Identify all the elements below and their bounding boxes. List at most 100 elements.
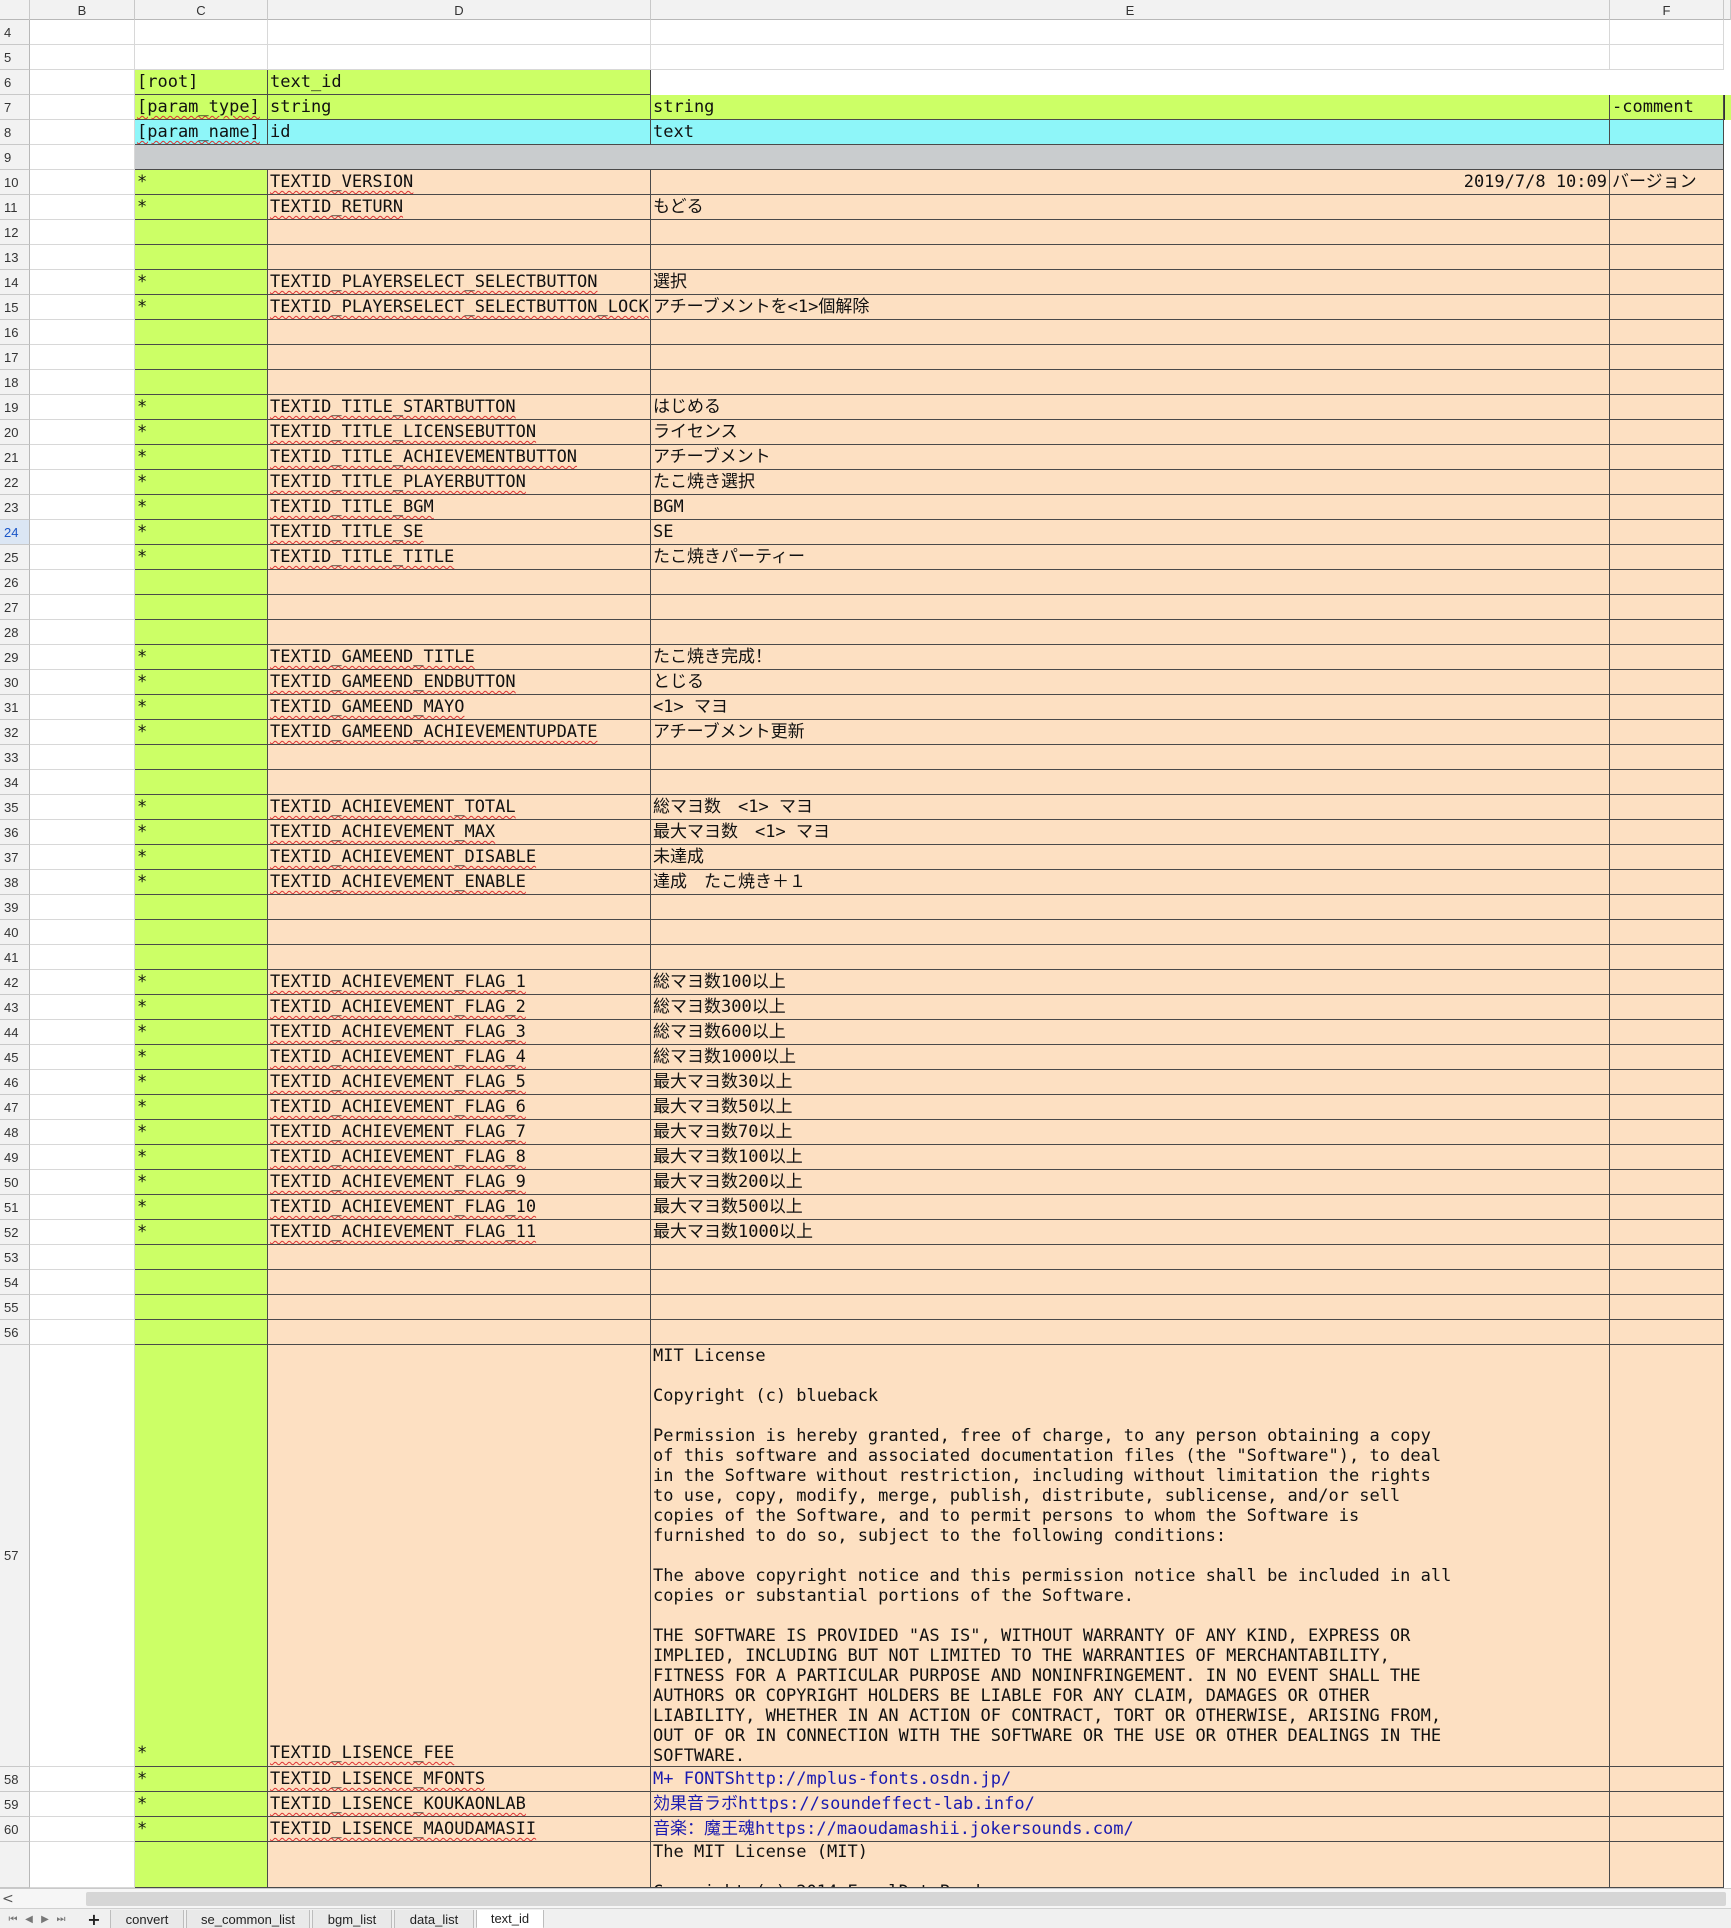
cell-g[interactable] (1724, 95, 1731, 120)
cell-b[interactable] (30, 595, 135, 620)
cell-b[interactable] (30, 445, 135, 470)
cell-b[interactable] (30, 1070, 135, 1095)
row-header[interactable]: 38 (0, 870, 30, 895)
cell-b[interactable] (30, 1020, 135, 1045)
column-header-g[interactable] (1724, 0, 1731, 20)
cell-d[interactable]: TEXTID_TITLE_PLAYERBUTTON (268, 470, 651, 495)
cell-e[interactable] (651, 945, 1610, 970)
cell-g[interactable] (1724, 920, 1731, 945)
cell-e[interactable]: 総マヨ数300以上 (651, 995, 1610, 1020)
cell-g[interactable] (1724, 945, 1731, 970)
cell-g[interactable] (1724, 1767, 1731, 1792)
cell-e[interactable] (651, 370, 1610, 395)
cell-g[interactable] (1724, 645, 1731, 670)
cell-f[interactable] (1610, 645, 1724, 670)
cell-b[interactable] (30, 570, 135, 595)
cell-c[interactable]: * (135, 870, 268, 895)
cell-g[interactable] (1724, 1020, 1731, 1045)
row-header[interactable]: 20 (0, 420, 30, 445)
row-header[interactable]: 14 (0, 270, 30, 295)
cell-g[interactable] (1724, 120, 1731, 145)
cell-c[interactable]: * (135, 545, 268, 570)
cell-c[interactable]: * (135, 1345, 268, 1767)
cell-d[interactable]: TEXTID_GAMEEND_TITLE (268, 645, 651, 670)
cell-e[interactable]: 最大マヨ数100以上 (651, 1145, 1610, 1170)
cell-d[interactable]: TEXTID_ACHIEVEMENT_FLAG_4 (268, 1045, 651, 1070)
row-header[interactable]: 60 (0, 1817, 30, 1842)
cell-c[interactable]: * (135, 1792, 268, 1817)
cell-f[interactable] (1610, 1345, 1724, 1767)
cell-g[interactable] (1724, 1792, 1731, 1817)
cell-c[interactable] (135, 1295, 268, 1320)
cell-c[interactable]: * (135, 395, 268, 420)
row-header[interactable]: 11 (0, 195, 30, 220)
cell-f[interactable] (1610, 620, 1724, 645)
cell-b[interactable] (30, 1295, 135, 1320)
cell-d[interactable] (268, 770, 651, 795)
row-header[interactable]: 44 (0, 1020, 30, 1045)
cell-f[interactable] (1610, 920, 1724, 945)
cell-g[interactable] (1724, 720, 1731, 745)
cell-d[interactable]: TEXTID_PLAYERSELECT_SELECTBUTTON_LOCK (268, 295, 651, 320)
cell-f[interactable] (1610, 1220, 1724, 1245)
row-header[interactable]: 39 (0, 895, 30, 920)
cell-c[interactable] (135, 770, 268, 795)
cell-e[interactable]: 音楽：魔王魂https://maoudamashii.jokersounds.c… (651, 1817, 1610, 1842)
cell-f[interactable] (1610, 345, 1724, 370)
cell-b[interactable] (30, 495, 135, 520)
row-header[interactable]: 13 (0, 245, 30, 270)
cell-b[interactable] (30, 320, 135, 345)
cell-f[interactable] (1610, 45, 1724, 70)
cell-b[interactable] (30, 1170, 135, 1195)
cell-b[interactable] (30, 70, 135, 95)
cell-d[interactable] (268, 745, 651, 770)
cell-e[interactable]: <1> マヨ (651, 695, 1610, 720)
sheet-tab-bgm-list[interactable]: bgm_list (312, 1910, 392, 1928)
cell-d[interactable] (268, 1270, 651, 1295)
cell-b[interactable] (30, 470, 135, 495)
row-header[interactable]: 34 (0, 770, 30, 795)
row-header[interactable]: 58 (0, 1767, 30, 1792)
cell-f[interactable] (1610, 570, 1724, 595)
row-header[interactable]: 48 (0, 1120, 30, 1145)
cell-g[interactable] (1724, 1270, 1731, 1295)
cell-b[interactable] (30, 870, 135, 895)
row-header[interactable]: 5 (0, 45, 30, 70)
cell-g[interactable] (1724, 595, 1731, 620)
cell-f[interactable] (1610, 595, 1724, 620)
column-header-b[interactable]: B (30, 0, 135, 20)
cell-g[interactable] (1724, 570, 1731, 595)
cell-b[interactable] (30, 1145, 135, 1170)
cell-c[interactable]: * (135, 695, 268, 720)
row-header[interactable]: 49 (0, 1145, 30, 1170)
row-header[interactable]: 46 (0, 1070, 30, 1095)
row-header[interactable]: 54 (0, 1270, 30, 1295)
cell-b[interactable] (30, 1842, 135, 1888)
cell-g[interactable] (1724, 495, 1731, 520)
row-header[interactable]: 45 (0, 1045, 30, 1070)
cell-e[interactable]: 達成 たこ焼き＋１ (651, 870, 1610, 895)
row-header[interactable]: 59 (0, 1792, 30, 1817)
row-header[interactable]: 43 (0, 995, 30, 1020)
row-header[interactable]: 4 (0, 20, 30, 45)
row-header[interactable]: 18 (0, 370, 30, 395)
cell-b[interactable] (30, 1220, 135, 1245)
cell-e[interactable]: 総マヨ数600以上 (651, 1020, 1610, 1045)
cell-b[interactable] (30, 945, 135, 970)
row-header[interactable]: 17 (0, 345, 30, 370)
cell-d[interactable] (268, 595, 651, 620)
cell-c[interactable] (135, 1320, 268, 1345)
cell-e[interactable] (651, 770, 1610, 795)
row-header[interactable]: 36 (0, 820, 30, 845)
cell-c[interactable]: * (135, 820, 268, 845)
cell-c[interactable]: [root] (135, 70, 268, 95)
cell-f[interactable] (1610, 1270, 1724, 1295)
row-header[interactable]: 8 (0, 120, 30, 145)
cell-c[interactable]: * (135, 420, 268, 445)
cell-f[interactable] (1610, 320, 1724, 345)
cell-d[interactable]: TEXTID_TITLE_ACHIEVEMENTBUTTON (268, 445, 651, 470)
cell-c[interactable]: * (135, 1095, 268, 1120)
cell-b[interactable] (30, 145, 135, 170)
cell-b[interactable] (30, 1345, 135, 1767)
cell-d[interactable]: TEXTID_VERSION (268, 170, 651, 195)
